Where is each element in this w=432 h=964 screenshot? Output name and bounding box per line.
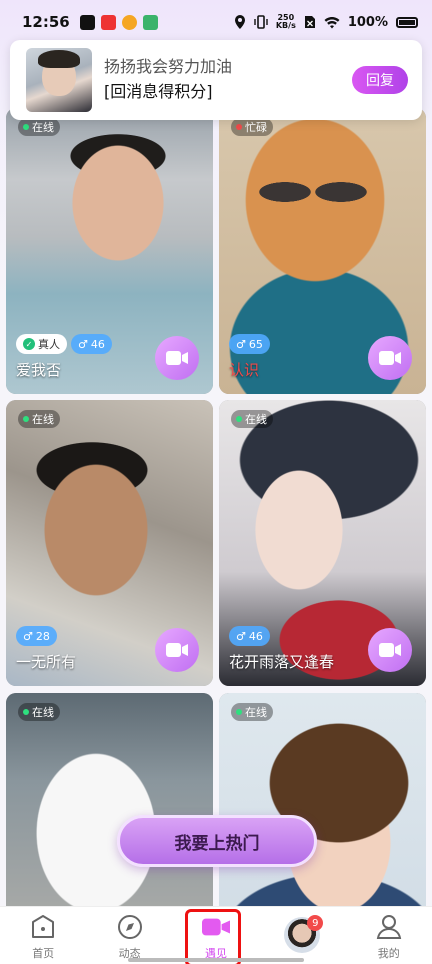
- toutiao-icon: [100, 14, 116, 30]
- nav-meet[interactable]: 遇见: [181, 909, 251, 964]
- user-name: 花开雨落又逢春: [229, 653, 335, 671]
- online-status-badge: 在线: [18, 410, 60, 428]
- status-label: 在线: [245, 706, 267, 719]
- video-call-button[interactable]: [368, 336, 412, 380]
- home-icon: [29, 913, 57, 941]
- wifi-icon: [324, 16, 340, 28]
- nav-home-label: 首页: [32, 947, 55, 960]
- status-bar: 12:56 250 KB/s 100%: [0, 0, 432, 44]
- status-label: 在线: [32, 706, 54, 719]
- user-tags: ✓ 真人 ♂ 46: [16, 334, 112, 354]
- user-name: 一无所有: [16, 653, 77, 671]
- status-label: 忙碌: [245, 121, 267, 134]
- age-tag: ♂ 65: [229, 334, 270, 354]
- user-card[interactable]: 在线: [219, 693, 426, 913]
- notification-message: [回消息得积分]: [104, 82, 213, 101]
- net-speed: 250 KB/s: [275, 13, 296, 30]
- status-label: 在线: [32, 121, 54, 134]
- bottom-nav: 首页 动态 遇见 9 我的: [0, 906, 432, 964]
- male-icon: ♂: [236, 629, 246, 643]
- age-tag: ♂ 46: [71, 334, 112, 354]
- tiktok-icon: [79, 14, 95, 30]
- user-card[interactable]: 在线 ✓ 真人 ♂ 46 爱我否: [6, 108, 213, 394]
- online-dot-icon: [23, 124, 29, 130]
- user-name: 爱我否: [16, 361, 62, 379]
- go-trending-button[interactable]: 我要上热门: [117, 815, 317, 867]
- real-tag-label: 真人: [38, 338, 60, 351]
- nav-mine-label: 我的: [377, 947, 400, 960]
- male-icon: ♂: [23, 629, 33, 643]
- nav-feed[interactable]: 动态: [95, 913, 165, 961]
- nav-home[interactable]: 首页: [8, 913, 78, 961]
- user-photo: [219, 693, 426, 913]
- user-card[interactable]: 忙碌 ♂ 65 认识: [219, 108, 426, 394]
- status-right: 250 KB/s 100%: [234, 14, 418, 30]
- age-label: 65: [248, 337, 263, 351]
- sender-avatar: [26, 48, 92, 112]
- status-app-icons: [79, 14, 158, 30]
- user-tags: ♂ 65: [229, 334, 270, 354]
- online-status-badge: 忙碌: [231, 118, 273, 136]
- verified-check-icon: ✓: [23, 338, 35, 350]
- selection-highlight: [184, 909, 241, 964]
- location-icon: [234, 15, 245, 29]
- user-card[interactable]: 在线 ♂ 46 花开雨落又逢春: [219, 400, 426, 686]
- notification-texts: 扬扬我会努力加油 [回消息得积分]: [104, 56, 352, 104]
- age-label: 28: [35, 629, 50, 643]
- online-status-badge: 在线: [231, 703, 273, 721]
- online-status-badge: 在线: [231, 410, 273, 428]
- video-camera-icon: [166, 643, 188, 657]
- video-call-button[interactable]: [155, 336, 199, 380]
- status-time: 12:56: [22, 13, 70, 31]
- male-icon: ♂: [78, 337, 88, 351]
- user-photo: [6, 693, 213, 913]
- age-tag: ♂ 28: [16, 626, 57, 646]
- video-camera-icon: [379, 351, 401, 365]
- male-icon: ♂: [236, 337, 246, 351]
- user-name: 认识: [229, 361, 260, 379]
- battery-icon: [396, 16, 418, 28]
- weibo-icon: [121, 14, 137, 30]
- video-call-button[interactable]: [155, 628, 199, 672]
- user-card[interactable]: 在线: [6, 693, 213, 913]
- user-tags: ♂ 28: [16, 626, 57, 646]
- battery-percent: 100%: [347, 14, 388, 30]
- app-notify-icon: [142, 14, 158, 30]
- nav-mine[interactable]: 我的: [354, 913, 424, 961]
- online-status-badge: 在线: [18, 703, 60, 721]
- age-tag: ♂ 46: [229, 626, 270, 646]
- unread-badge: 9: [307, 915, 324, 931]
- compass-icon: [116, 913, 144, 941]
- user-card[interactable]: 在线 ♂ 28 一无所有: [6, 400, 213, 686]
- status-label: 在线: [32, 413, 54, 426]
- age-label: 46: [248, 629, 263, 643]
- online-dot-icon: [23, 709, 29, 715]
- sender-name: 扬扬我会努力加油: [104, 57, 233, 76]
- no-sim-icon: [304, 16, 315, 28]
- online-status-badge: 在线: [18, 118, 60, 136]
- busy-dot-icon: [236, 124, 242, 130]
- online-dot-icon: [236, 709, 242, 715]
- video-call-button[interactable]: [368, 628, 412, 672]
- vibrate-icon: [254, 15, 268, 29]
- real-person-tag: ✓ 真人: [16, 334, 67, 354]
- age-label: 46: [90, 337, 105, 351]
- online-dot-icon: [236, 416, 242, 422]
- message-notification[interactable]: 扬扬我会努力加油 [回消息得积分] 回复: [10, 40, 422, 120]
- home-indicator: [128, 958, 304, 962]
- reply-button[interactable]: 回复: [352, 66, 408, 94]
- online-dot-icon: [23, 416, 29, 422]
- user-tags: ♂ 46: [229, 626, 270, 646]
- video-camera-icon: [166, 351, 188, 365]
- user-icon: [375, 913, 403, 941]
- nav-messages[interactable]: 9: [267, 913, 337, 953]
- video-camera-icon: [379, 643, 401, 657]
- status-label: 在线: [245, 413, 267, 426]
